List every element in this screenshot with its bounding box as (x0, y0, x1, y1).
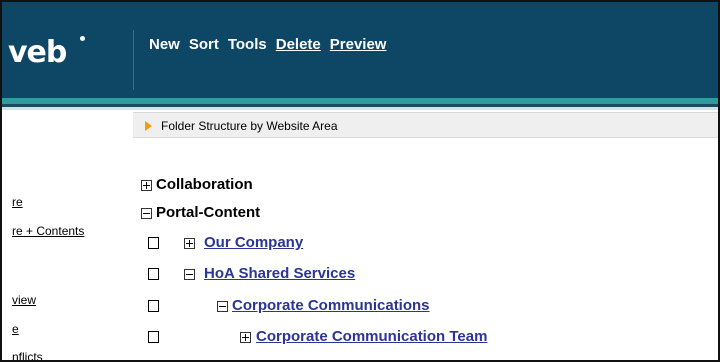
header-accent-band-light (2, 107, 718, 110)
tree-row: Collaboration (140, 176, 440, 198)
select-checkbox[interactable] (148, 237, 159, 249)
expand-plus-icon[interactable] (184, 238, 195, 249)
left-nav-link[interactable]: nflicts (12, 350, 43, 362)
left-nav-link[interactable]: view (12, 293, 36, 307)
tree-row: HoA Shared Services (140, 265, 540, 287)
preview-link[interactable]: Preview (330, 36, 387, 53)
tree-node-label: Portal-Content (156, 204, 261, 221)
left-nav-link[interactable]: re + Contents (12, 224, 84, 238)
app-window: veb New Sort Tools Delete Preview Folder… (0, 0, 720, 362)
top-header: veb New Sort Tools Delete Preview (2, 2, 718, 98)
left-nav-panel: re re + Contents view e nflicts (2, 112, 133, 362)
left-nav-link[interactable]: e (12, 322, 19, 336)
logo-dot (80, 36, 85, 41)
tree-node-link[interactable]: Corporate Communications (232, 297, 430, 314)
tree-row: Portal-Content (140, 204, 440, 226)
tree-node-link[interactable]: Our Company (204, 234, 303, 251)
tools-button[interactable]: Tools (228, 36, 267, 53)
delete-link[interactable]: Delete (276, 36, 321, 53)
toolbar-menu: New Sort Tools Delete Preview (149, 36, 386, 53)
collapse-minus-icon[interactable] (141, 208, 152, 219)
tree-row: Corporate Communications (140, 297, 590, 319)
select-checkbox[interactable] (148, 331, 159, 343)
tree-node-link[interactable]: HoA Shared Services (204, 265, 355, 282)
collapse-minus-icon[interactable] (217, 301, 228, 312)
breadcrumb-title: Folder Structure by Website Area (161, 119, 338, 133)
select-checkbox[interactable] (148, 268, 159, 280)
tree-row: Our Company (140, 234, 540, 256)
arrow-right-icon (145, 121, 152, 131)
expand-plus-icon[interactable] (240, 332, 251, 343)
tree-node-link[interactable]: Corporate Communication Team (256, 328, 487, 345)
header-divider (133, 30, 134, 90)
select-checkbox[interactable] (148, 300, 159, 312)
tree-node-label: Collaboration (156, 176, 253, 193)
collapse-minus-icon[interactable] (184, 269, 195, 280)
expand-plus-icon[interactable] (141, 180, 152, 191)
logo: veb (8, 35, 67, 70)
sort-button[interactable]: Sort (189, 36, 219, 53)
left-nav-link[interactable]: re (12, 195, 23, 209)
tree-row: Corporate Communication Team (140, 328, 640, 350)
breadcrumb-bar: Folder Structure by Website Area (133, 112, 718, 138)
new-button[interactable]: New (149, 36, 180, 53)
